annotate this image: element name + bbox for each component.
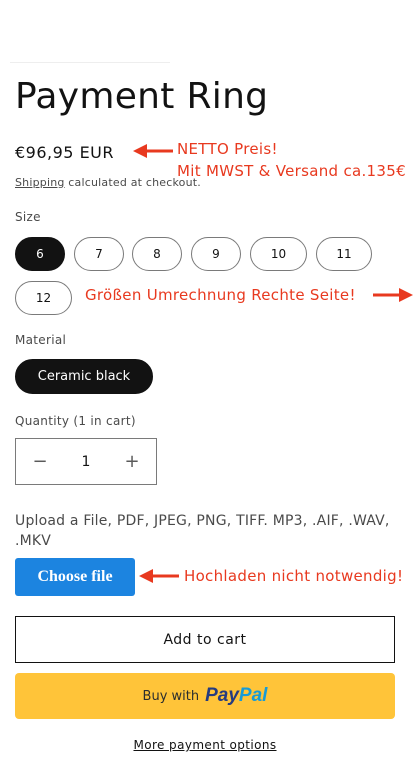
- quantity-stepper: − 1 +: [15, 438, 157, 485]
- paypal-button[interactable]: Buy with PayPal: [15, 673, 395, 719]
- increase-quantity-button[interactable]: +: [124, 451, 140, 472]
- add-to-cart-button[interactable]: Add to cart: [15, 616, 395, 663]
- more-payment-options-link[interactable]: More payment options: [0, 738, 410, 752]
- paypal-logo: PayPal: [205, 685, 268, 706]
- quantity-input[interactable]: 1: [82, 454, 91, 470]
- upload-label: Upload a File, PDF, JPEG, PNG, TIFF. MP3…: [15, 513, 390, 549]
- arrow-left-icon: [139, 569, 179, 583]
- annotation-size-conversion: Größen Umrechnung Rechte Seite!: [85, 286, 356, 304]
- arrow-right-icon: [373, 288, 413, 302]
- size-option-9[interactable]: 9: [191, 237, 241, 271]
- material-label: Material: [15, 333, 67, 347]
- annotation-mwst: Mit MWST & Versand ca.135€: [177, 162, 406, 180]
- shipping-note: Shipping calculated at checkout.: [15, 176, 201, 189]
- size-option-11[interactable]: 11: [316, 237, 372, 271]
- product-price: €96,95 EUR: [15, 143, 115, 162]
- size-label: Size: [15, 210, 41, 224]
- product-title: Payment Ring: [15, 76, 269, 117]
- size-option-6[interactable]: 6: [15, 237, 65, 271]
- size-option-12[interactable]: 12: [15, 281, 72, 315]
- shipping-text: calculated at checkout.: [64, 176, 201, 189]
- material-option-ceramic-black[interactable]: Ceramic black: [15, 359, 153, 394]
- annotation-netto: NETTO Preis!: [177, 140, 278, 158]
- quantity-label: Quantity (1 in cart): [15, 414, 136, 428]
- size-option-8[interactable]: 8: [132, 237, 182, 271]
- top-divider: [10, 62, 170, 63]
- shipping-link[interactable]: Shipping: [15, 176, 65, 189]
- size-option-7[interactable]: 7: [74, 237, 124, 271]
- buy-with-label: Buy with: [142, 688, 200, 704]
- choose-file-button[interactable]: Choose file: [15, 558, 135, 596]
- annotation-upload-note: Hochladen nicht notwendig!: [184, 567, 404, 585]
- size-option-10[interactable]: 10: [250, 237, 307, 271]
- arrow-left-icon: [133, 144, 173, 158]
- decrease-quantity-button[interactable]: −: [32, 451, 48, 472]
